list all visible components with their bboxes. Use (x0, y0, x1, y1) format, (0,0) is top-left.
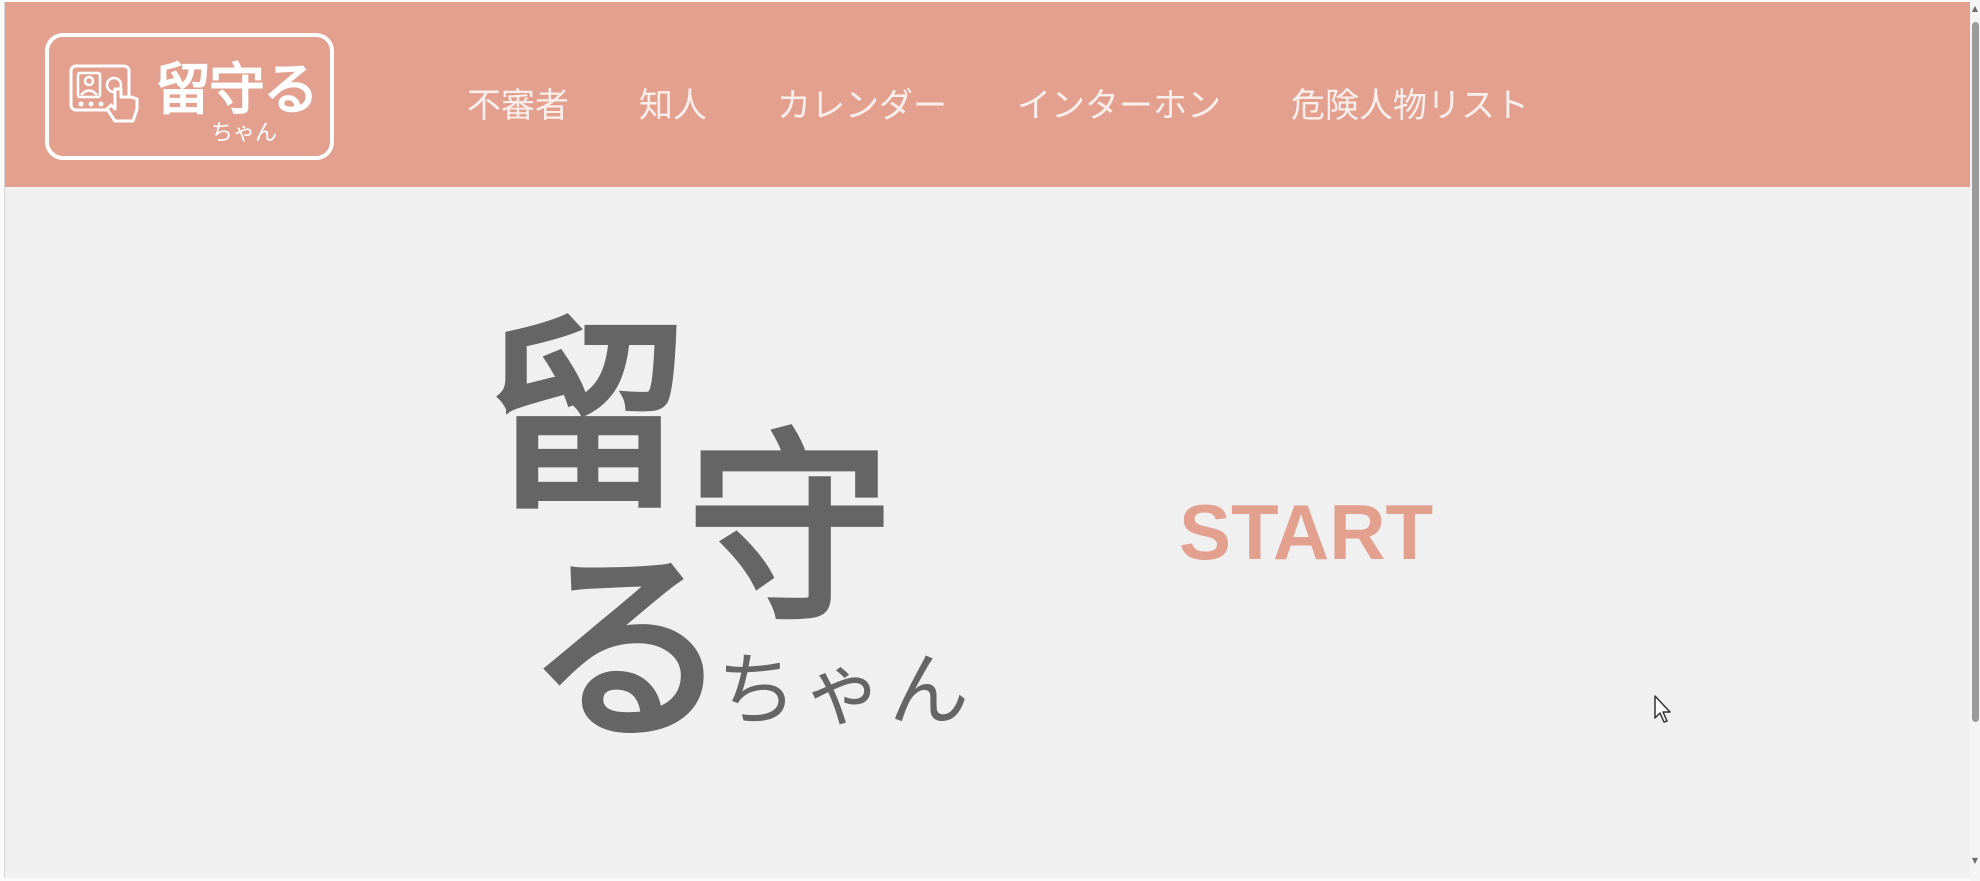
logo-subtitle: ちゃん (211, 121, 278, 146)
nav-item-danger-list[interactable]: 危険人物リスト (1291, 78, 1529, 127)
nav-item-acquaintance[interactable]: 知人 (639, 78, 707, 127)
top-header: 留守る ちゃん 不審者 知人 カレンダー インターホン 危険人物リスト (5, 2, 1971, 187)
hero-section: 留 守 る ちゃん START (5, 187, 1971, 878)
hero-title-char-3: る (525, 532, 730, 770)
scrollbar-thumb[interactable] (1972, 22, 1979, 722)
app-frame: 留守る ちゃん 不審者 知人 カレンダー インターホン 危険人物リスト 留 守 … (0, 0, 1980, 881)
scroll-up-arrow-icon[interactable]: ▲ (1971, 4, 1979, 14)
vertical-scrollbar[interactable]: ▲ ▼ (1970, 0, 1980, 881)
mouse-pointer-icon (1654, 695, 1671, 723)
hero-subtitle: ちゃん (717, 644, 975, 737)
nav-item-intercom[interactable]: インターホン (1017, 78, 1221, 127)
scroll-down-arrow-icon[interactable]: ▼ (1971, 856, 1979, 866)
nav-item-calendar[interactable]: カレンダー (777, 78, 947, 127)
hero-title-char-1: 留 (485, 300, 690, 538)
start-button[interactable]: START (1179, 487, 1433, 578)
main-nav: 不審者 知人 カレンダー インターホン 危険人物リスト (467, 72, 1529, 132)
intercom-touch-icon (69, 64, 139, 123)
logo[interactable]: 留守る ちゃん (45, 33, 334, 160)
browser-viewport: 留守る ちゃん 不審者 知人 カレンダー インターホン 危険人物リスト 留 守 … (4, 2, 1971, 878)
logo-title: 留守る (155, 58, 319, 123)
nav-item-suspicious[interactable]: 不審者 (467, 78, 569, 127)
